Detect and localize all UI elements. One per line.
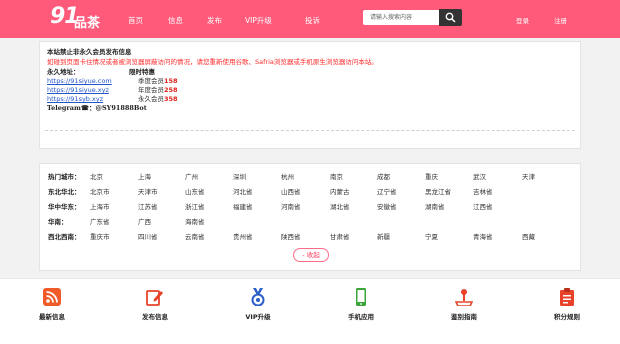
city-link[interactable]: 天津 — [522, 171, 535, 181]
city-link[interactable]: 山西省 — [281, 186, 301, 196]
city-link[interactable]: 北京 — [90, 171, 103, 181]
city-link[interactable]: 福建省 — [233, 201, 253, 211]
city-link[interactable]: 江西省 — [473, 201, 493, 211]
nav-info[interactable]: 信息 — [168, 15, 183, 26]
clipboard-icon — [560, 288, 574, 306]
telegram-contact[interactable]: Telegram☎：@SY91888Bot — [47, 104, 147, 112]
price-label: 永久会员 — [138, 95, 164, 103]
region-label-south: 华南： — [48, 218, 68, 226]
city-link[interactable]: 吉林省 — [473, 186, 493, 196]
footer-label: 积分规则 — [554, 313, 580, 321]
price-lifetime: 永久会员358 — [138, 95, 178, 103]
footer-label: 手机应用 — [348, 313, 374, 321]
city-link[interactable]: 新疆 — [377, 231, 390, 241]
city-link[interactable]: 青海省 — [473, 231, 493, 241]
city-link[interactable]: 辽宁省 — [377, 186, 397, 196]
region-label-northeast: 东北华北： — [48, 188, 81, 196]
city-link[interactable]: 宁夏 — [425, 231, 438, 241]
price-label: 年度会员 — [138, 86, 164, 94]
city-link[interactable]: 西藏 — [522, 231, 535, 241]
city-link[interactable]: 重庆市 — [90, 231, 110, 241]
city-link[interactable]: 河北省 — [233, 186, 253, 196]
city-link[interactable]: 上海 — [138, 171, 151, 181]
footer-label: 鉴别指南 — [451, 313, 477, 321]
region-label-west: 西北西南： — [48, 233, 81, 241]
price-value: 258 — [164, 86, 178, 94]
rss-icon — [43, 288, 61, 306]
notice-warning: 如碰到页面卡住情况或者被浏览器屏蔽访问的情况，请您重新使用谷歌、Safria浏览… — [47, 58, 378, 66]
city-link[interactable]: 云南省 — [185, 231, 205, 241]
nav-complaint[interactable]: 投诉 — [305, 15, 320, 26]
register-link[interactable]: 注册 — [554, 15, 567, 25]
city-link[interactable]: 成都 — [377, 171, 390, 181]
region-panel: 热门城市： 北京 上海 广州 深圳 杭州 南京 成都 重庆 武汉 天津 东北华北… — [39, 163, 581, 271]
price-label: 季度会员 — [138, 77, 164, 85]
city-link[interactable]: 安徽省 — [377, 201, 397, 211]
site-logo[interactable]: 91 品茶 — [50, 4, 110, 31]
city-link[interactable]: 深圳 — [233, 171, 246, 181]
city-link[interactable]: 四川省 — [138, 231, 158, 241]
price-yearly: 年度会员258 — [138, 86, 178, 94]
nav-vip[interactable]: VIP升级 — [245, 15, 272, 26]
city-link[interactable]: 天津市 — [138, 186, 158, 196]
pin-icon — [455, 289, 473, 306]
special-offer-label: 限时特惠 — [129, 68, 155, 76]
city-link[interactable]: 湖北省 — [330, 201, 350, 211]
footer-label: 发布信息 — [142, 313, 168, 321]
city-link[interactable]: 贵州省 — [233, 231, 253, 241]
city-link[interactable]: 内蒙古 — [330, 186, 350, 196]
city-link[interactable]: 湖南省 — [425, 201, 445, 211]
city-link[interactable]: 南京 — [330, 171, 343, 181]
login-link[interactable]: 登录 — [516, 15, 529, 25]
notice-title: 本站禁止非永久会员发布信息 — [47, 48, 132, 56]
city-link[interactable]: 上海市 — [90, 201, 110, 211]
region-label-central-east: 华中华东： — [48, 203, 81, 211]
nav-publish[interactable]: 发布 — [207, 15, 222, 26]
search-icon — [445, 12, 456, 23]
city-link[interactable]: 河南省 — [281, 201, 301, 211]
city-link[interactable]: 广州 — [185, 171, 198, 181]
city-link[interactable]: 江苏省 — [138, 201, 158, 211]
city-link[interactable]: 黑龙江省 — [425, 186, 451, 196]
city-link[interactable]: 杭州 — [281, 171, 294, 181]
city-link[interactable]: 山东省 — [185, 186, 205, 196]
collapse-button[interactable]: - 收起 — [293, 248, 329, 262]
city-link[interactable]: 陕西省 — [281, 231, 301, 241]
price-quarterly: 季度会员158 — [138, 77, 178, 85]
city-link[interactable]: 广东省 — [90, 216, 110, 226]
edit-icon — [146, 290, 163, 306]
address-link-1[interactable]: https://91siyue.com — [47, 77, 112, 85]
price-value: 158 — [164, 77, 178, 85]
city-link[interactable]: 武汉 — [473, 171, 486, 181]
permanent-address-label: 永久地址： — [47, 68, 80, 76]
phone-icon — [356, 288, 366, 306]
nav-home[interactable]: 首页 — [128, 15, 143, 26]
bottom-nav: 最新信息 发布信息 VIP升级 手机应用 鉴别指南 积分规则 — [0, 278, 620, 344]
footer-label: VIP升级 — [245, 313, 271, 321]
city-link[interactable]: 重庆 — [425, 171, 438, 181]
address-link-3[interactable]: https://91syb.xyz — [47, 95, 103, 103]
city-link[interactable]: 甘肃省 — [330, 231, 350, 241]
medal-icon — [251, 288, 265, 306]
search-button[interactable] — [439, 9, 462, 26]
city-link[interactable]: 浙江省 — [185, 201, 205, 211]
footer-label: 最新信息 — [39, 313, 65, 321]
search-input[interactable]: 请输入搜索内容 — [363, 10, 439, 25]
city-link[interactable]: 北京市 — [90, 186, 110, 196]
header: 91 品茶 首页 信息 发布 VIP升级 投诉 请输入搜索内容 登录 注册 — [0, 0, 620, 38]
region-label-hot: 热门城市： — [48, 173, 81, 181]
notice-panel: 本站禁止非永久会员发布信息 如碰到页面卡住情况或者被浏览器屏蔽访问的情况，请您重… — [39, 41, 581, 149]
divider — [45, 130, 575, 131]
city-link[interactable]: 广西 — [138, 216, 151, 226]
city-link[interactable]: 海南省 — [185, 216, 205, 226]
price-value: 358 — [164, 95, 178, 103]
address-link-2[interactable]: https://91siyue.xyz — [47, 86, 109, 94]
logo-text: 品茶 — [74, 16, 101, 31]
